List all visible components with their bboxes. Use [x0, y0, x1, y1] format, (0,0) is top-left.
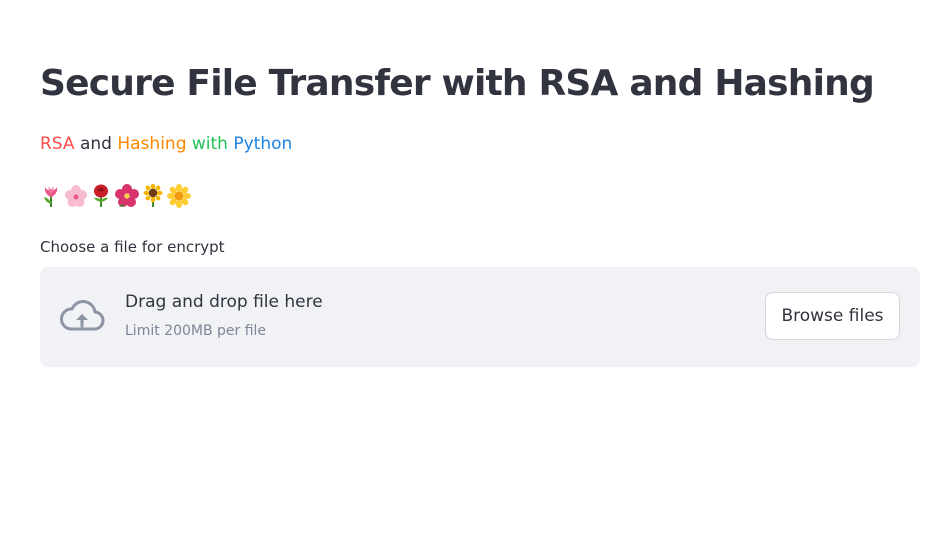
dropzone-instructions: Drag and drop file here Limit 200MB per … [125, 289, 323, 341]
tulip-icon [40, 184, 62, 208]
hibiscus-icon [115, 184, 139, 208]
blossom-icon [167, 184, 191, 208]
subtitle-with: with [186, 134, 234, 154]
file-uploader-label: Choose a file for encrypt [40, 238, 225, 256]
dropzone-limit: Limit 200MB per file [125, 323, 267, 339]
browse-files-button[interactable]: Browse files [765, 292, 900, 340]
dropzone-title: Drag and drop file here [125, 292, 323, 312]
subtitle-rsa: RSA [40, 134, 75, 154]
subtitle-hashing: Hashing [117, 134, 187, 154]
cloud-upload-icon [59, 299, 105, 337]
page-title: Secure File Transfer with RSA and Hashin… [40, 63, 875, 104]
cherry-blossom-icon [65, 184, 87, 208]
subtitle: RSA and Hashing with Python [40, 131, 292, 157]
sunflower-icon [142, 184, 164, 208]
rose-icon [90, 184, 112, 208]
file-dropzone[interactable]: Drag and drop file here Limit 200MB per … [40, 267, 920, 367]
subtitle-and: and [74, 134, 118, 154]
subtitle-python: Python [233, 134, 293, 154]
flower-emoji-row [40, 183, 191, 209]
